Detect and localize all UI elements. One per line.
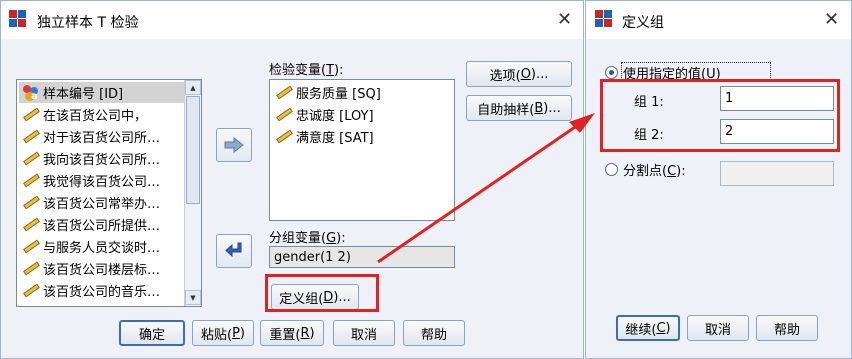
annotation-arrow xyxy=(377,113,595,264)
annotation-arrow-line xyxy=(377,123,579,264)
